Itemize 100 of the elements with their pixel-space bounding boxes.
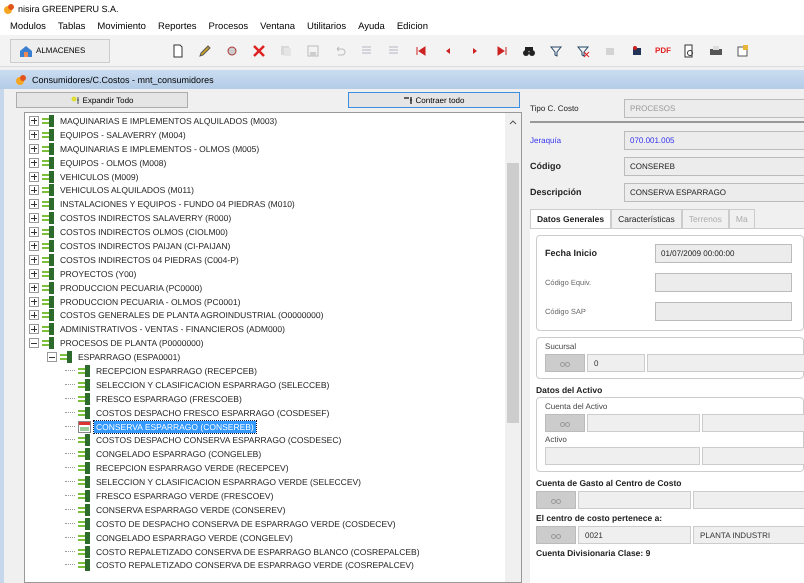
collapse-toggle[interactable] — [29, 338, 39, 348]
tree-node-icon — [78, 532, 91, 544]
menu-item[interactable]: Reportes — [158, 21, 197, 32]
expand-toggle[interactable] — [29, 310, 39, 320]
field-label: Código — [530, 161, 562, 171]
tree-item[interactable]: VEHICULOS (M009) — [58, 170, 140, 182]
section-title: Cuenta Divisionaria Clase: 9 — [536, 548, 650, 558]
input-field[interactable]: PLANTA INDUSTRI — [693, 526, 804, 544]
tree-item[interactable]: FRESCO ESPARRAGO (FRESCOEB) — [94, 392, 244, 405]
tab[interactable]: Características — [611, 209, 682, 228]
field-label: Cuenta del Activo — [545, 402, 608, 411]
tree-item[interactable]: PRODUCCION PECUARIA - OLMOS (PC0001) — [58, 296, 242, 308]
tree-item[interactable]: FRESCO ESPARRAGO VERDE (FRESCOEV) — [94, 490, 276, 502]
tree-node-icon — [42, 142, 55, 155]
menu-item[interactable]: Movimiento — [97, 21, 146, 32]
app-logo-icon — [4, 4, 14, 14]
input-field[interactable]: CONSEREB — [624, 156, 804, 176]
tree-item[interactable]: INSTALACIONES Y EQUIPOS - FUNDO 04 PIEDRAS (M010) — [58, 198, 297, 210]
tree-item[interactable]: PROCESOS DE PLANTA (P0000000) — [58, 337, 206, 350]
tree-item[interactable]: COSTO REPALETIZADO CONSERVA DE ESPARRAGO BLANCO (COSREPALCEB) — [94, 546, 422, 558]
input-field[interactable] — [655, 302, 792, 320]
scrollbar[interactable] — [505, 113, 521, 582]
input-field[interactable]: 0021 — [578, 526, 691, 544]
input-field[interactable]: 070.001.005 — [624, 130, 804, 150]
expand-toggle[interactable] — [29, 185, 39, 196]
menu-item[interactable]: Tablas — [58, 21, 86, 32]
input-field[interactable] — [702, 414, 804, 432]
expand-toggle[interactable] — [29, 144, 39, 154]
tree-item[interactable]: COSTOS INDIRECTOS OLMOS (CIOLM00) — [58, 226, 230, 238]
input-field[interactable] — [578, 491, 691, 509]
input-field[interactable]: CONSERVA ESPARRAGO — [624, 182, 804, 202]
input-field[interactable] — [655, 272, 792, 292]
expand-toggle[interactable] — [29, 282, 39, 293]
expand-toggle[interactable] — [29, 324, 39, 334]
tree-node-icon — [78, 490, 91, 502]
tree-item[interactable]: PRODUCCION PECUARIA (PC0000) — [58, 282, 204, 294]
tree-item[interactable]: CONGELADO ESPARRAGO (CONGELEB) — [94, 448, 264, 460]
input-field[interactable] — [702, 447, 804, 465]
tree-item[interactable]: EQUIPOS - OLMOS (M008) — [58, 156, 168, 169]
collapse-all-button[interactable]: Contraer todo — [348, 92, 520, 108]
field-label[interactable]: Jeraquía — [530, 136, 624, 144]
tree-item[interactable]: CONGELADO ESPARRAGO VERDE (CONGELEV) — [94, 532, 295, 544]
input-field[interactable]: 0 — [587, 354, 645, 372]
expand-toggle[interactable] — [29, 116, 39, 126]
expand-toggle[interactable] — [29, 130, 39, 140]
menu-item[interactable]: Procesos — [208, 21, 248, 32]
tree-node-icon — [42, 184, 55, 196]
expand-toggle[interactable] — [29, 172, 39, 182]
tree-item[interactable]: RECEPCION ESPARRAGO VERDE (RECEPCEV) — [94, 462, 291, 474]
tree-item[interactable]: MAQUINARIAS E IMPLEMENTOS - OLMOS (M005) — [58, 142, 262, 155]
tree-item[interactable]: COSTOS DESPACHO FRESCO ESPARRAGO (COSDESEF) — [94, 406, 332, 419]
input-field[interactable]: 01/07/2009 00:00:00 — [655, 244, 792, 262]
expand-toggle[interactable] — [29, 296, 39, 307]
tab[interactable]: Datos Generales — [530, 209, 612, 228]
tree-item[interactable]: COSTO DE DESPACHO CONSERVA DE ESPARRAGO VERDE (COSDECEV) — [94, 518, 398, 530]
tree-item[interactable]: COSTOS INDIRECTOS 04 PIEDRAS (C004-P) — [58, 254, 241, 266]
pdf-button[interactable]: PDF — [655, 46, 671, 55]
tree-node-icon — [78, 518, 91, 530]
tree-item[interactable]: SELECCION Y CLASIFICACION ESPARRAGO (SELECCEB) — [94, 378, 332, 391]
delete-icon — [252, 44, 266, 58]
tree-node-icon — [78, 546, 91, 558]
tree-node-icon — [60, 351, 73, 364]
first-record-icon — [414, 44, 428, 58]
tree-item[interactable]: RECEPCION ESPARRAGO (RECEPCEB) — [94, 364, 259, 377]
expand-toggle[interactable] — [29, 268, 39, 279]
module-button[interactable]: ALMACENES — [10, 38, 110, 62]
collapse-toggle[interactable] — [47, 352, 57, 362]
tree-item[interactable]: COSTOS INDIRECTOS PAIJAN (CI-PAIJAN) — [58, 240, 232, 252]
tree-item[interactable]: ESPARRAGO (ESPA0001) — [76, 351, 182, 364]
expand-toggle[interactable] — [29, 213, 39, 224]
expand-all-button[interactable]: Expandir Todo — [16, 92, 188, 108]
tree-node-icon — [78, 364, 91, 377]
tree-item[interactable]: COSTOS DESPACHO CONSERVA ESPARRAGO (COSDESEC) — [94, 434, 344, 446]
menu-item[interactable]: Edicion — [396, 21, 428, 32]
tree-item[interactable]: CONSERVA ESPARRAGO VERDE (CONSEREV) — [94, 504, 288, 516]
tree-item[interactable]: ADMINISTRATIVOS - VENTAS - FINANCIEROS (ADM000) — [58, 323, 287, 336]
expand-toggle[interactable] — [29, 240, 39, 251]
tree-item[interactable]: EQUIPOS - SALAVERRY (M004) — [58, 128, 188, 141]
tree-node-icon — [42, 309, 55, 322]
printer-icon — [709, 44, 723, 58]
expand-toggle[interactable] — [29, 158, 39, 168]
menu-item[interactable]: Modulos — [10, 21, 46, 32]
tree-item[interactable]: COSTO REPALETIZADO CONSERVA DE ESPARRAGO VERDE (COSREPALCEV) — [94, 559, 416, 572]
expand-toggle[interactable] — [29, 227, 39, 238]
tree-item[interactable]: VEHICULOS ALQUILADOS (M011) — [58, 184, 196, 196]
tree-item[interactable]: SELECCION Y CLASIFICACION ESPARRAGO VERDE (SELECCEV) — [94, 476, 363, 488]
input-field[interactable] — [647, 354, 804, 372]
tree-item[interactable]: COSTOS INDIRECTOS SALAVERRY (R000) — [58, 212, 234, 224]
expand-toggle[interactable] — [29, 199, 39, 210]
menu-item[interactable]: Ayuda — [358, 21, 385, 32]
expand-toggle[interactable] — [29, 254, 39, 265]
input-field[interactable] — [545, 447, 700, 465]
input-field[interactable] — [693, 491, 804, 509]
menu-item[interactable]: Ventana — [260, 21, 296, 32]
tree-node-icon — [42, 337, 55, 350]
input-field[interactable] — [587, 414, 700, 432]
tree-item[interactable]: COSTOS GENERALES DE PLANTA AGROINDUSTRIAL (O0000000) — [58, 309, 326, 322]
tree-item[interactable]: MAQUINARIAS E IMPLEMENTOS ALQUILADOS (M003) — [58, 114, 280, 127]
menu-item[interactable]: Utilitarios — [307, 21, 346, 32]
tree-item[interactable]: PROYECTOS (Y00) — [58, 268, 138, 280]
